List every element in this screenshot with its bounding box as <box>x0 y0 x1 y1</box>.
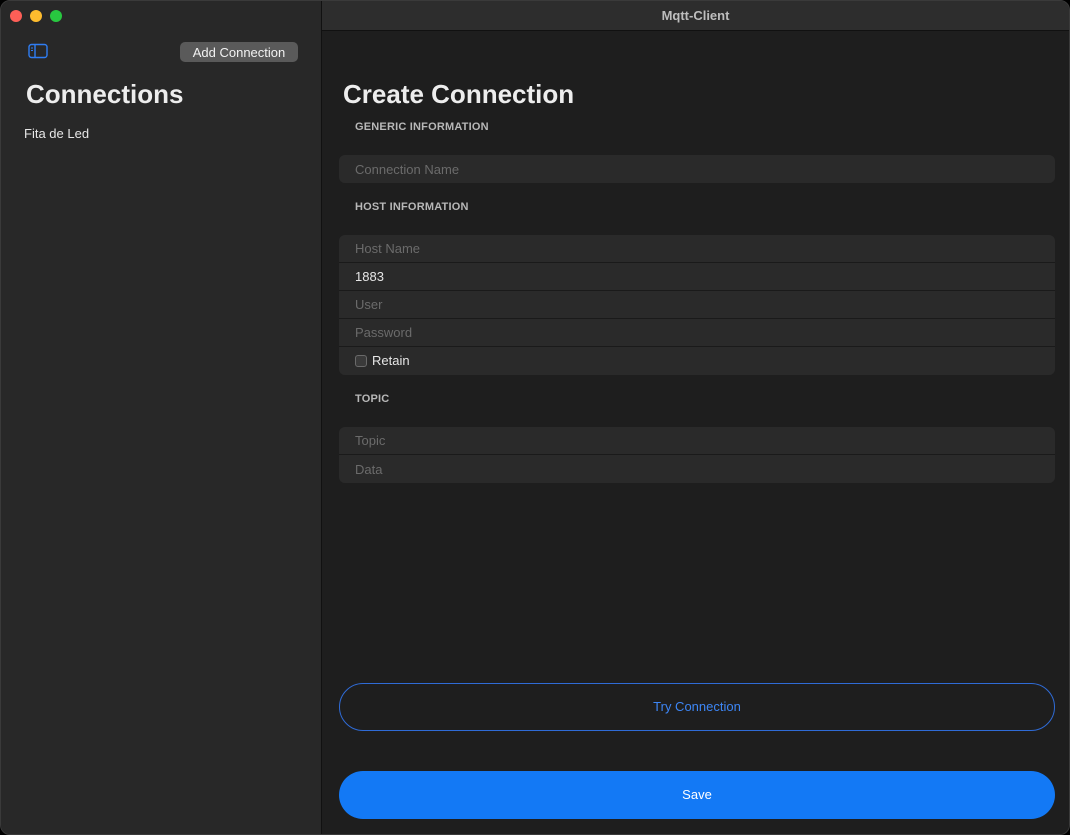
add-connection-button[interactable]: Add Connection <box>180 42 298 62</box>
app-window: Add Connection Connections Fita de Led M… <box>0 0 1070 835</box>
data-input[interactable] <box>355 461 1055 477</box>
port-input[interactable] <box>355 269 1055 284</box>
sidebar: Add Connection Connections Fita de Led <box>1 1 322 834</box>
host-name-row <box>339 235 1055 263</box>
connection-item[interactable]: Fita de Led <box>24 126 89 141</box>
minimize-window-button[interactable] <box>30 10 42 22</box>
host-information-label: HOST INFORMATION <box>355 201 469 213</box>
user-row <box>339 291 1055 319</box>
topic-input[interactable] <box>355 433 1055 448</box>
connection-name-row <box>339 155 1055 183</box>
password-input[interactable] <box>355 325 1055 340</box>
host-name-input[interactable] <box>355 241 1055 256</box>
data-row <box>339 455 1055 483</box>
zoom-window-button[interactable] <box>50 10 62 22</box>
save-button[interactable]: Save <box>339 771 1055 819</box>
sidebar-title: Connections <box>26 79 184 109</box>
generic-information-label: GENERIC INFORMATION <box>355 121 489 133</box>
topic-label: TOPIC <box>355 393 390 405</box>
main-panel: Create Connection GENERIC INFORMATION HO… <box>322 31 1069 834</box>
topic-row <box>339 427 1055 455</box>
host-information-group: Retain <box>339 235 1055 375</box>
close-window-button[interactable] <box>10 10 22 22</box>
sidebar-toggle-icon[interactable] <box>28 43 48 59</box>
retain-row: Retain <box>339 347 1055 375</box>
topic-group <box>339 427 1055 483</box>
window-controls <box>10 10 62 22</box>
connection-name-input[interactable] <box>355 161 1055 177</box>
port-row <box>339 263 1055 291</box>
retain-checkbox[interactable] <box>355 355 367 367</box>
page-title: Create Connection <box>343 79 575 109</box>
generic-information-group <box>339 155 1055 183</box>
window-title: Mqtt-Client <box>322 1 1069 31</box>
user-input[interactable] <box>355 297 1055 312</box>
retain-label[interactable]: Retain <box>372 347 410 375</box>
password-row <box>339 319 1055 347</box>
try-connection-button[interactable]: Try Connection <box>339 683 1055 731</box>
